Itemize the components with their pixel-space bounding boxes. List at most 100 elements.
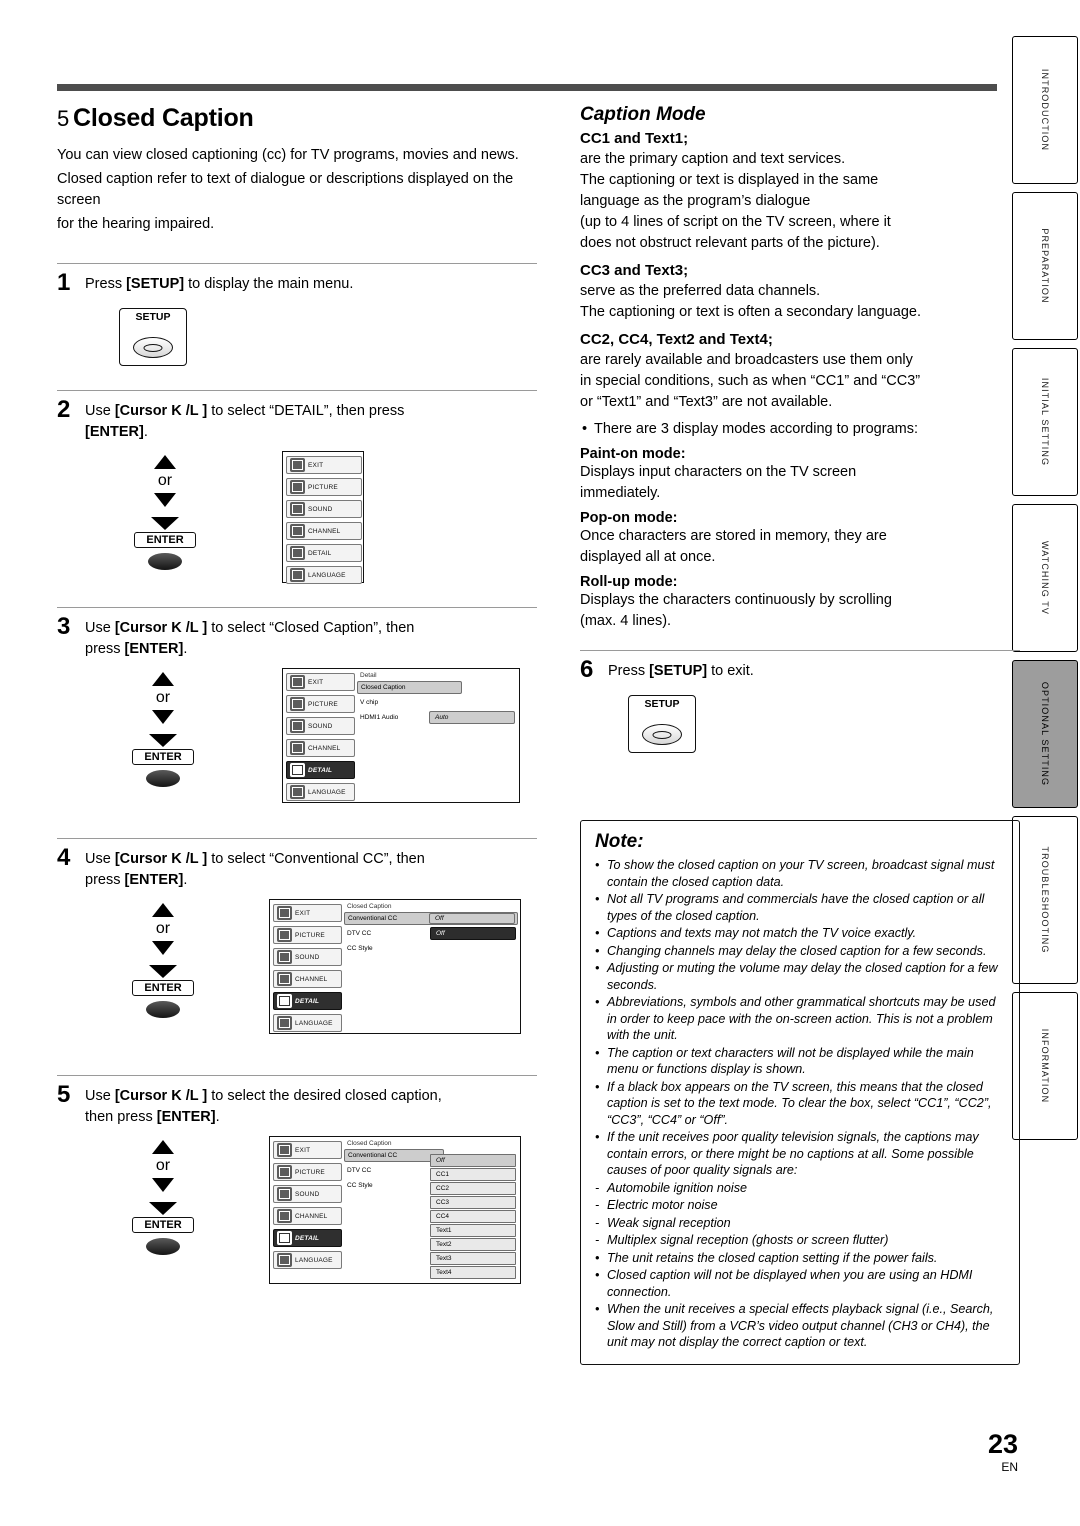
osd5-item-channel[interactable]: CHANNEL [273, 1207, 342, 1225]
step-1: 1 Press [SETUP] to display the main menu… [57, 269, 537, 300]
tab-troubleshooting[interactable]: TROUBLESHOOTING [1012, 816, 1078, 984]
osd5-row-conventional-cc[interactable]: Conventional CC [344, 1149, 444, 1162]
osd2-item-picture[interactable]: PICTURE [286, 478, 362, 496]
osd4-row-dtv-cc[interactable]: DTV CC Off [344, 927, 518, 940]
osd4-item-channel[interactable]: CHANNEL [273, 970, 342, 988]
osd4-item-sound[interactable]: SOUND [273, 948, 342, 966]
osd3-row-vchip[interactable]: V chip [357, 696, 517, 709]
or-label-2: or [157, 472, 173, 489]
osd3-item-channel[interactable]: CHANNEL [286, 739, 355, 757]
enter-key-3[interactable]: ENTER [132, 749, 194, 787]
tab-preparation[interactable]: PREPARATION [1012, 192, 1078, 340]
tab-initial-setting-label: INITIAL SETTING [1040, 377, 1050, 467]
osd3-title: Detail [360, 672, 377, 679]
osd5-item-language[interactable]: LANGUAGE [273, 1251, 342, 1269]
channel-icon [277, 1209, 292, 1223]
cc1-body-4: does not obstruct relevant parts of the … [580, 235, 880, 251]
cc1-body-1: The captioning or text is displayed in t… [580, 172, 879, 188]
flow-arrow-icon [149, 1202, 177, 1215]
osd3-item-detail[interactable]: DETAIL [286, 761, 355, 779]
osd4-row-cc-style[interactable]: CC Style [344, 942, 518, 955]
setup-key-1[interactable]: SETUP [119, 308, 187, 366]
osd4-row-dtv-cc-value: Off [430, 927, 516, 940]
tab-watching-tv[interactable]: WATCHING TV [1012, 504, 1078, 652]
or-label-4: or [155, 920, 171, 937]
divider-4 [57, 838, 537, 839]
osd3-item-sound-label: SOUND [308, 722, 333, 730]
osd3-item-detail-label: DETAIL [308, 766, 333, 774]
enter-key-2[interactable]: ENTER [134, 532, 196, 570]
cursor-art-3: or ENTER [103, 672, 223, 787]
cursor-down-icon [154, 493, 176, 507]
tab-introduction[interactable]: INTRODUCTION [1012, 36, 1078, 184]
osd2-item-exit[interactable]: EXIT [286, 456, 362, 474]
step-6-text: Press [SETUP] to exit. [608, 663, 754, 679]
osd5-option-text4[interactable]: Text4 [430, 1266, 516, 1279]
osd3-item-language-label: LANGUAGE [308, 788, 346, 796]
osd4-row-conventional-cc-label: Conventional CC [348, 915, 398, 922]
osd2-item-detail[interactable]: DETAIL [286, 544, 362, 562]
osd5-option-text2[interactable]: Text2 [430, 1238, 516, 1251]
osd4-item-language[interactable]: LANGUAGE [273, 1014, 342, 1032]
osd5-item-detail[interactable]: DETAIL [273, 1229, 342, 1247]
osd2-item-sound[interactable]: SOUND [286, 500, 362, 518]
osd3-row-hdmi-audio-label: HDMI1 Audio [360, 714, 399, 721]
osd4-item-picture-label: PICTURE [295, 931, 325, 939]
tab-information[interactable]: INFORMATION [1012, 992, 1078, 1140]
osd3-item-exit[interactable]: EXIT [286, 673, 355, 691]
osd5-option-text1[interactable]: Text1 [430, 1224, 516, 1237]
osd4-row-conventional-cc[interactable]: Conventional CC Off [344, 912, 518, 925]
osd2-item-language[interactable]: LANGUAGE [286, 566, 362, 584]
osd5-row-cc-style-label: CC Style [347, 1182, 373, 1189]
osd5-option-cc1[interactable]: CC1 [430, 1168, 516, 1181]
osd3-item-sound[interactable]: SOUND [286, 717, 355, 735]
osd5-item-picture[interactable]: PICTURE [273, 1163, 342, 1181]
tab-optional-setting[interactable]: OPTIONAL SETTING [1012, 660, 1078, 808]
detail-icon [277, 994, 292, 1008]
enter-key-2-button-icon [148, 553, 182, 570]
osd5-option-cc2[interactable]: CC2 [430, 1182, 516, 1195]
enter-key-4-label: ENTER [132, 980, 194, 996]
osd5-row-dtv-cc[interactable]: DTV CC [344, 1164, 444, 1177]
or-label-3: or [155, 689, 171, 706]
page-number: 23 [987, 1429, 1018, 1459]
osd3-row-hdmi-audio[interactable]: HDMI1 Audio Auto [357, 711, 517, 724]
osd5-item-sound[interactable]: SOUND [273, 1185, 342, 1203]
note-title: Note: [595, 831, 644, 852]
osd4-item-picture[interactable]: PICTURE [273, 926, 342, 944]
channel-icon [277, 972, 292, 986]
osd5-row-cc-style[interactable]: CC Style [344, 1179, 444, 1192]
intro-line-2: Closed caption refer to text of dialogue… [57, 171, 514, 208]
setup-key-6[interactable]: SETUP [628, 695, 696, 753]
osd5-option-cc3[interactable]: CC3 [430, 1196, 516, 1209]
mode-pop-on-desc-1: displayed all at once. [580, 549, 716, 565]
osd5-item-exit[interactable]: EXIT [273, 1141, 342, 1159]
osd3-item-picture[interactable]: PICTURE [286, 695, 355, 713]
note-item: Not all TV programs and commercials have… [595, 891, 1005, 924]
osd2-item-channel[interactable]: CHANNEL [286, 522, 362, 540]
note-item: If a black box appears on the TV screen,… [595, 1079, 1005, 1129]
title-dingbat: 5 [57, 106, 70, 131]
osd3-item-language[interactable]: LANGUAGE [286, 783, 355, 801]
osd5-option-text3[interactable]: Text3 [430, 1252, 516, 1265]
enter-key-5[interactable]: ENTER [132, 1217, 194, 1255]
tab-initial-setting[interactable]: INITIAL SETTING [1012, 348, 1078, 496]
enter-key-4[interactable]: ENTER [132, 980, 194, 1018]
osd3-row-vchip-label: V chip [360, 699, 379, 706]
osd5-option-off[interactable]: Off [430, 1154, 516, 1167]
cursor-art-2: or ENTER [105, 455, 225, 570]
osd5-option-cc4[interactable]: CC4 [430, 1210, 516, 1223]
osd4-item-detail[interactable]: DETAIL [273, 992, 342, 1010]
heading-cc2-cc4: CC2, CC4, Text2 and Text4; [580, 331, 773, 348]
osd3-row-closed-caption[interactable]: Closed Caption [357, 681, 462, 694]
divider-2 [57, 390, 537, 391]
page-title: 5 Closed Caption [57, 104, 537, 133]
osd4-item-exit[interactable]: EXIT [273, 904, 342, 922]
osd-screen-step3: EXIT PICTURE SOUND CHANNEL DETAIL LANGUA… [282, 668, 520, 803]
note-subitem: Multiplex signal reception (ghosts or sc… [595, 1232, 1005, 1249]
tab-information-label: INFORMATION [1040, 1028, 1050, 1104]
osd3-item-exit-label: EXIT [308, 678, 324, 686]
step-1-number: 1 [57, 269, 71, 296]
channel-icon [290, 524, 305, 538]
language-icon [277, 1253, 292, 1267]
